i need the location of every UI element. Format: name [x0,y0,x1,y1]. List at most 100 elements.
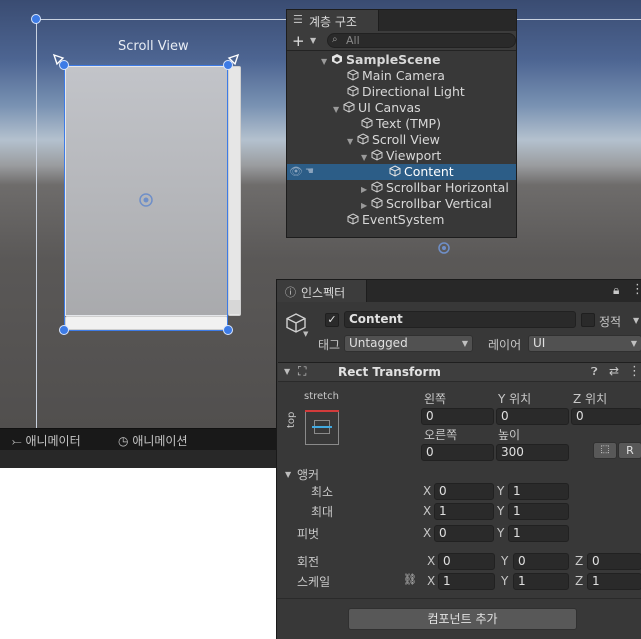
hierarchy-item-main-camera[interactable]: Main Camera [287,68,516,84]
constrain-proportions-icon[interactable]: ⛓ [403,573,417,586]
left-input[interactable]: 0 [421,408,494,425]
rotation-label: 회전 [297,555,320,569]
rotation-x-input[interactable]: 0 [438,553,495,570]
visibility-eye-icon[interactable]: 👁 [289,164,303,180]
lock-icon[interactable]: 🔒︎ [613,283,619,298]
height-label: 높이 [498,428,521,442]
scale-y-axis-label: Y [501,574,509,588]
scale-x-input[interactable]: 1 [438,573,495,590]
hierarchy-item-content[interactable]: 👁 ☚ Content [287,164,516,180]
cube-icon [371,197,383,209]
foldout-arrow-icon[interactable]: ▼ [284,367,290,376]
scrollbar-vertical-corner [229,300,240,314]
stretch-arrow-icon [312,426,332,428]
layer-dropdown[interactable]: UI ▼ [528,335,641,352]
hierarchy-search-input[interactable]: ⌕ All [327,33,516,48]
search-icon: ⌕ [332,34,338,45]
min-x-input[interactable]: 0 [434,483,494,500]
hierarchy-item-directional-light[interactable]: Directional Light [287,84,516,100]
tag-dropdown[interactable]: Untagged ▼ [344,335,473,352]
object-name-input[interactable]: Content [344,311,576,328]
hierarchy-item-samplescene[interactable]: ▼ SampleScene [287,52,516,68]
rotation-z-input[interactable]: 0 [587,553,641,570]
static-dropdown-arrow-icon[interactable]: ▼ [633,316,639,325]
max-x-axis-label: X [423,504,432,518]
rot-y-axis-label: Y [501,554,509,568]
tag-label: 태그 [318,338,341,352]
hierarchy-item-text-tmp[interactable]: Text (TMP) [287,116,516,132]
pivot-icon[interactable] [138,192,154,208]
tab-hierarchy-label: 계층 구조 [309,15,357,29]
height-input[interactable]: 300 [496,444,569,461]
hierarchy-item-scroll-view[interactable]: ▼ Scroll View [287,132,516,148]
scale-label: 스케일 [297,575,331,589]
pivot-y-axis-label: Y [497,526,505,540]
canvas-outline-left [36,19,37,428]
rotation-y-input[interactable]: 0 [513,553,569,570]
hierarchy-item-eventsystem[interactable]: EventSystem [287,212,516,228]
anchor-presets-button[interactable] [305,410,339,445]
list-icon: ☰ [293,13,303,26]
scale-x-axis-label: X [427,574,436,588]
tab-hierarchy[interactable]: ☰ 계층 구조 [287,10,379,31]
anchor-preset-h-label: stretch [304,391,339,402]
max-x-input[interactable]: 1 [434,503,494,520]
hierarchy-item-viewport[interactable]: ▼ Viewport [287,148,516,164]
pivot-y-input[interactable]: 1 [508,525,569,542]
more-options-icon[interactable]: ⋮ [631,282,641,297]
component-menu-icon[interactable]: ⋮ [628,364,641,379]
preset-sliders-icon[interactable]: ⇄ [609,364,619,378]
max-y-axis-label: Y [497,504,505,518]
max-label: 최대 [311,505,334,519]
add-component-button[interactable]: 컴포넌트 추가 [348,608,577,630]
tab-animation[interactable]: ◷ 애니메이션 [118,432,188,449]
hierarchy-toolbar: + ▼ ⌕ All [287,31,516,51]
scale-y-input[interactable]: 1 [513,573,569,590]
pos-y-label: Y 위치 [498,392,532,406]
anchor-top-marker [305,410,339,412]
cube-icon [343,101,355,113]
scale-z-input[interactable]: 1 [587,573,641,590]
tab-inspector-label: 인스펙터 [301,286,346,300]
pos-z-label: Z 위치 [573,392,608,406]
scrollbar-vertical-visual [228,66,241,316]
pickable-hand-icon[interactable]: ☚ [305,164,314,180]
info-icon: ⓘ [285,286,296,299]
rect-transform-header[interactable]: ▼ ⛶ Rect Transform ❓︎ ⇄ ⋮ [278,362,641,382]
icon-dropdown-arrow-icon[interactable]: ▼ [303,330,308,338]
left-label: 왼쪽 [424,392,447,406]
min-y-input[interactable]: 1 [508,483,569,500]
cube-icon [389,165,401,177]
tab-animator[interactable]: ⤚ 애니메이터 [12,432,81,449]
blueprint-mode-button[interactable]: ⬚ [593,442,617,459]
chevron-down-icon[interactable]: ▼ [310,36,316,45]
anchor-top-left-icon[interactable] [52,53,66,67]
scale-z-axis-label: Z [575,574,584,588]
cube-icon [357,133,369,145]
rect-handle-bottom-right[interactable] [223,325,233,335]
active-checkbox[interactable]: ✓ [325,313,339,327]
canvas-corner-handle[interactable] [31,14,41,24]
anchors-foldout-icon[interactable]: ▼ [285,470,291,479]
pos-z-input[interactable]: 0 [571,408,641,425]
pos-y-input[interactable]: 0 [496,408,569,425]
inspector-panel: ⓘ 인스펙터 🔒︎ ⋮ ▼ ✓ Content 정적 ▼ 태그 Untagged… [276,279,641,639]
divider [277,598,641,599]
tab-inspector[interactable]: ⓘ 인스펙터 [277,280,367,302]
static-checkbox[interactable] [581,313,595,327]
anchors-label: 앵커 [297,468,320,482]
hierarchy-item-ui-canvas[interactable]: ▼ UI Canvas [287,100,516,116]
secondary-pivot-icon [438,242,450,254]
raw-edit-button[interactable]: R [618,442,641,459]
max-y-input[interactable]: 1 [508,503,569,520]
right-input[interactable]: 0 [421,444,494,461]
help-icon[interactable]: ❓︎ [591,365,598,379]
hierarchy-item-scrollbar-horizontal[interactable]: ▶ Scrollbar Horizontal [287,180,516,196]
anchor-top-right-icon[interactable] [226,53,240,67]
rect-handle-bottom-left[interactable] [59,325,69,335]
plus-icon[interactable]: + [292,32,305,50]
chevron-down-icon: ▼ [630,339,637,348]
pivot-x-input[interactable]: 0 [434,525,494,542]
hierarchy-item-scrollbar-vertical[interactable]: ▶ Scrollbar Vertical [287,196,516,212]
rot-z-axis-label: Z [575,554,584,568]
